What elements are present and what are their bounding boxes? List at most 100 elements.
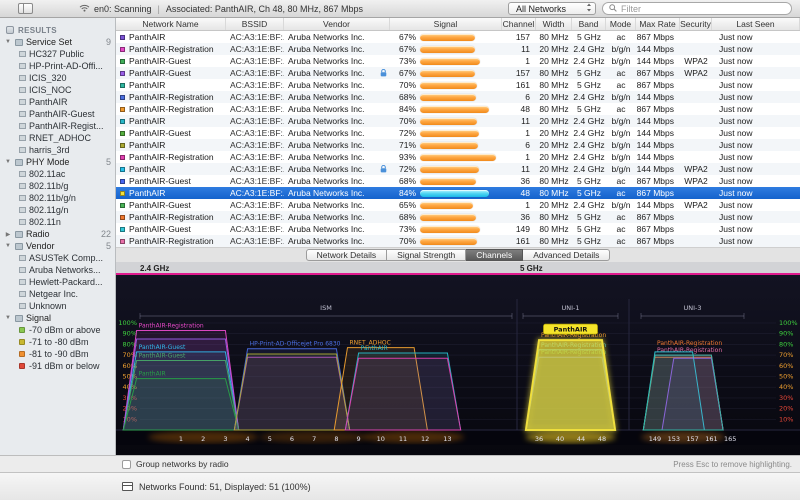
column-header-network-name[interactable]: Network Name <box>116 18 226 30</box>
cell-band: 5 GHz <box>572 79 606 91</box>
sidebar-item-panthair-regist[interactable]: PanthAIR-Regist... <box>0 120 115 132</box>
table-row[interactable]: PanthAIRAC:A3:1E:BF:...Aruba Networks In… <box>116 79 800 91</box>
chart-network-curve-panthair[interactable] <box>526 340 615 430</box>
chart-network-curve-panthair-registration[interactable] <box>345 358 460 430</box>
cell-mode: ac <box>606 79 636 91</box>
chart-network-curve-panthair[interactable] <box>123 379 238 430</box>
network-color-chip <box>120 143 125 148</box>
disclosure-triangle[interactable]: ▼ <box>4 315 12 321</box>
status-bar: Networks Found: 51, Displayed: 51 (100%) <box>0 472 800 500</box>
sidebar-item-icis-noc[interactable]: ICIS_NOC <box>0 84 115 96</box>
column-header-security[interactable]: Security <box>680 18 712 30</box>
x-channel-label: 153 <box>668 435 680 443</box>
sidebar-item-rnet-adhoc[interactable]: RNET_ADHOC <box>0 132 115 144</box>
table-row[interactable]: PanthAIRAC:A3:1E:BF:...Aruba Networks In… <box>116 31 800 43</box>
vendor-name: Aruba Networks Inc. <box>288 80 365 90</box>
sidebar-item-802-11b-g[interactable]: 802.11b/g <box>0 180 115 192</box>
cell-vendor: Aruba Networks Inc. <box>284 91 390 103</box>
sidebar-group-service-set[interactable]: ▼Service Set9 <box>0 36 115 48</box>
tab-advanced-details[interactable]: Advanced Details <box>523 249 610 261</box>
sidebar-item-hp-print-ad-offi[interactable]: HP-Print-AD-Offi... <box>0 60 115 72</box>
cell-band: 2.4 GHz <box>572 43 606 55</box>
disclosure-triangle[interactable]: ▶ <box>4 231 12 238</box>
table-row[interactable]: PanthAIR-GuestAC:A3:1E:BF:...Aruba Netwo… <box>116 223 800 235</box>
sidebar-item-802-11n[interactable]: 802.11n <box>0 216 115 228</box>
column-header-signal[interactable]: Signal <box>390 18 502 30</box>
column-header-bssid[interactable]: BSSID <box>226 18 284 30</box>
table-row[interactable]: PanthAIRAC:A3:1E:BF:...Aruba Networks In… <box>116 139 800 151</box>
tab-network-details[interactable]: Network Details <box>306 249 388 261</box>
vendor-name: Aruba Networks Inc. <box>288 200 365 210</box>
network-scope-dropdown[interactable]: All Networks <box>508 2 596 15</box>
signal-percent: 67% <box>392 68 416 78</box>
sidebar-toggle-button[interactable] <box>18 3 33 14</box>
table-row[interactable]: PanthAIR-GuestAC:A3:1E:BF:...Aruba Netwo… <box>116 175 800 187</box>
channels-chart-panel: 100%100%90%90%80%80%70%70%60%60%50%50%40… <box>116 275 800 455</box>
sidebar-group-vendor[interactable]: ▼Vendor5 <box>0 240 115 252</box>
cell-vendor: Aruba Networks Inc. <box>284 175 390 187</box>
network-name: PanthAIR-Guest <box>129 128 191 138</box>
table-row[interactable]: PanthAIR-GuestAC:A3:1E:BF:...Aruba Netwo… <box>116 67 800 79</box>
table-row[interactable]: PanthAIR-RegistrationAC:A3:1E:BF:...Arub… <box>116 103 800 115</box>
group-by-radio-checkbox[interactable] <box>122 460 131 469</box>
sidebar-item-802-11b-g-n[interactable]: 802.11b/g/n <box>0 192 115 204</box>
sidebar-group-signal[interactable]: ▼Signal <box>0 312 115 324</box>
sidebar-item-802-11g-n[interactable]: 802.11g/n <box>0 204 115 216</box>
tab-channels[interactable]: Channels <box>466 249 523 261</box>
table-row[interactable]: PanthAIR-GuestAC:A3:1E:BF:...Aruba Netwo… <box>116 55 800 67</box>
sidebar-item-netgear-inc[interactable]: Netgear Inc. <box>0 288 115 300</box>
column-header-band[interactable]: Band <box>572 18 606 30</box>
sidebar-item-hc327-public[interactable]: HC327 Public <box>0 48 115 60</box>
highlighted-network-label: PanthAIR <box>554 326 588 334</box>
sidebar-item-panthair[interactable]: PanthAIR <box>0 96 115 108</box>
tab-signal-strength[interactable]: Signal Strength <box>387 249 466 261</box>
sidebar-item-icis-320[interactable]: ICIS_320 <box>0 72 115 84</box>
chart-network-curve-panthair[interactable] <box>643 355 723 430</box>
sidebar-item-aruba-networks[interactable]: Aruba Networks... <box>0 264 115 276</box>
network-name: PanthAIR <box>129 80 165 90</box>
group-icon <box>15 231 23 238</box>
table-row[interactable]: PanthAIR-RegistrationAC:A3:1E:BF:...Arub… <box>116 43 800 55</box>
chart-network-curve-panthair[interactable] <box>234 354 349 430</box>
table-row[interactable]: PanthAIR-RegistrationAC:A3:1E:BF:...Arub… <box>116 235 800 247</box>
column-header-width[interactable]: Width <box>536 18 572 30</box>
sidebar-item-panthair-guest[interactable]: PanthAIR-Guest <box>0 108 115 120</box>
sidebar-item-harris-3rd[interactable]: harris_3rd <box>0 144 115 156</box>
cell-max-rate: 867 Mbps <box>636 223 680 235</box>
table-row[interactable]: PanthAIRAC:A3:1E:BF:...Aruba Networks In… <box>116 187 800 199</box>
disclosure-triangle[interactable]: ▼ <box>4 243 12 249</box>
cell-last-seen: Just now <box>712 67 800 79</box>
filter-input[interactable] <box>621 4 785 14</box>
disclosure-triangle[interactable]: ▼ <box>4 39 12 45</box>
table-row[interactable]: PanthAIR-GuestAC:A3:1E:BF:...Aruba Netwo… <box>116 127 800 139</box>
column-header-channel[interactable]: Channel <box>502 18 536 30</box>
x-channel-label: 11 <box>399 435 407 443</box>
sidebar-group-phy-mode[interactable]: ▼PHY Mode5 <box>0 156 115 168</box>
table-row[interactable]: PanthAIR-RegistrationAC:A3:1E:BF:...Arub… <box>116 151 800 163</box>
cell-network-name: PanthAIR-Guest <box>116 127 226 139</box>
column-header-last-seen[interactable]: Last Seen <box>712 18 800 30</box>
y-tick-right: 10% <box>779 415 793 423</box>
column-header-vendor[interactable]: Vendor <box>284 18 390 30</box>
network-scope-value: All Networks <box>516 4 581 14</box>
filter-field[interactable] <box>602 2 792 15</box>
sidebar-item-hewlett-packard[interactable]: Hewlett-Packard... <box>0 276 115 288</box>
disclosure-triangle[interactable]: ▼ <box>4 159 12 165</box>
cell-width: 80 MHz <box>536 211 572 223</box>
table-row[interactable]: PanthAIR-RegistrationAC:A3:1E:BF:...Arub… <box>116 211 800 223</box>
column-header-max-rate[interactable]: Max Rate <box>636 18 680 30</box>
table-row[interactable]: PanthAIRAC:A3:1E:BF:...Aruba Networks In… <box>116 163 800 175</box>
signal-bar <box>420 154 496 161</box>
table-row[interactable]: PanthAIR-GuestAC:A3:1E:BF:...Aruba Netwo… <box>116 199 800 211</box>
table-row[interactable]: PanthAIRAC:A3:1E:BF:...Aruba Networks In… <box>116 115 800 127</box>
sidebar-item-unknown[interactable]: Unknown <box>0 300 115 312</box>
sidebar-item-asustek-comp[interactable]: ASUSTeK Comp... <box>0 252 115 264</box>
network-icon <box>19 279 26 285</box>
signal-bar <box>420 202 473 209</box>
table-row[interactable]: PanthAIR-RegistrationAC:A3:1E:BF:...Arub… <box>116 91 800 103</box>
signal-bar <box>420 142 478 149</box>
column-header-mode[interactable]: Mode <box>606 18 636 30</box>
sidebar-item-802-11ac[interactable]: 802.11ac <box>0 168 115 180</box>
network-curve-label: HP-Print-AD-Officejet Pro 6830 <box>250 341 341 348</box>
sidebar-group-radio[interactable]: ▶Radio22 <box>0 228 115 240</box>
